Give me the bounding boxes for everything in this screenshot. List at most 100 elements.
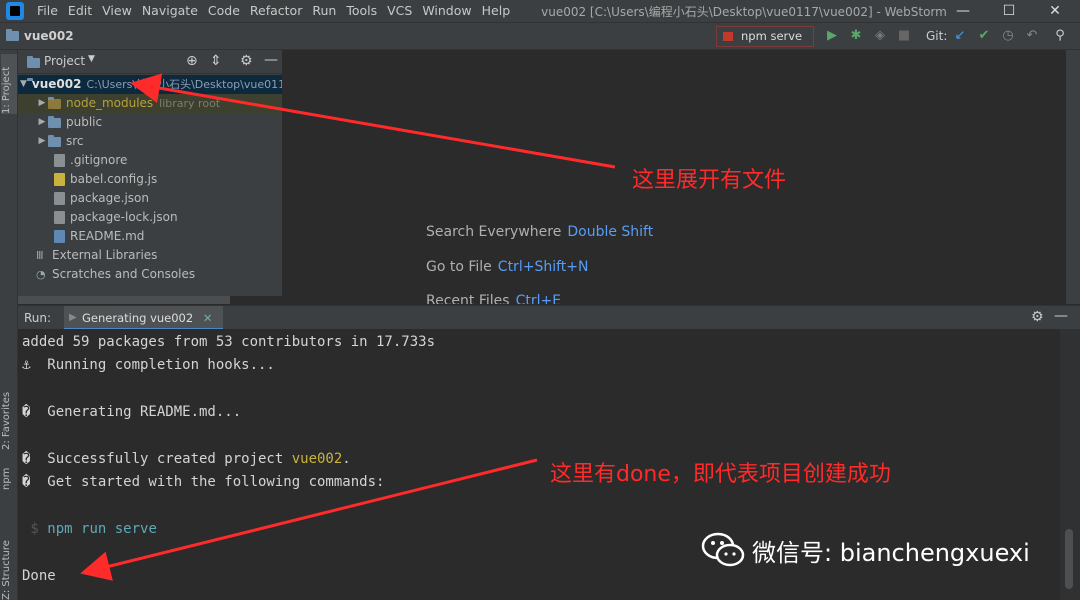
run-icon[interactable]: ▶ — [824, 28, 840, 44]
hint-recent-files: Recent Files Ctrl+E — [426, 293, 561, 304]
horizontal-scrollbar[interactable] — [18, 296, 230, 304]
tree-item-gitignore[interactable]: .gitignore — [18, 151, 127, 170]
tree-item-external-libraries[interactable]: Ⅲ External Libraries — [18, 246, 157, 265]
dropdown-icon[interactable]: ▼ — [88, 54, 95, 64]
project-view-title[interactable]: Project — [44, 54, 85, 68]
hide-panel-icon[interactable]: — — [264, 52, 278, 68]
structure-tool-tab[interactable]: Z: Structure — [1, 520, 17, 600]
close-tab-icon[interactable]: ✕ — [203, 311, 213, 325]
tree-item-node-modules[interactable]: ▶ node_modules library root — [18, 94, 282, 113]
run-tab[interactable]: ▶ Generating vue002 ✕ — [64, 306, 223, 330]
hint-shortcut: Ctrl+Shift+N — [497, 259, 589, 275]
console-scrollbar[interactable] — [1060, 329, 1080, 600]
project-tool-tab[interactable]: 1: Project — [1, 54, 17, 114]
breadcrumb-project[interactable]: vue002 — [24, 29, 74, 43]
tree-item-babel-config[interactable]: babel.config.js — [18, 170, 157, 189]
hint-shortcut: Double Shift — [567, 224, 654, 240]
close-window-button[interactable]: ✕ — [1032, 0, 1078, 22]
collapsed-arrow-icon[interactable]: ▶ — [36, 113, 48, 132]
git-history-icon[interactable]: ◷ — [1000, 28, 1016, 44]
json-file-icon — [54, 192, 65, 205]
collapsed-arrow-icon[interactable]: ▶ — [36, 94, 48, 113]
menu-code[interactable]: Code — [203, 0, 245, 22]
scratches-icon: ◔ — [36, 268, 46, 281]
console-command-line: $ npm run serve — [22, 521, 157, 537]
tree-item-label: public — [66, 115, 103, 129]
locate-icon[interactable]: ⊕ — [186, 53, 198, 69]
tree-item-readme[interactable]: README.md — [18, 227, 144, 246]
stop-icon[interactable]: ■ — [896, 28, 912, 44]
navigation-bar: vue002 npm serve ▶ ✱ ◈ ■ Git: ↙ ✔ ◷ ↶ ⚲ — [0, 22, 1080, 50]
git-update-icon[interactable]: ↙ — [952, 28, 968, 44]
gear-icon[interactable]: ⚙ — [1031, 309, 1044, 325]
menu-help[interactable]: Help — [477, 0, 516, 22]
hint-go-to-file: Go to File Ctrl+Shift+N — [426, 259, 588, 275]
tree-item-label: Scratches and Consoles — [52, 267, 196, 281]
shell-prompt: $ — [22, 521, 48, 537]
search-icon[interactable]: ⚲ — [1052, 28, 1068, 44]
collapsed-arrow-icon[interactable]: ▶ — [36, 132, 48, 151]
hint-label: Recent Files — [426, 293, 510, 304]
annotation-done: 这里有done，即代表项目创建成功 — [550, 462, 891, 487]
tree-item-label: babel.config.js — [70, 172, 158, 186]
gear-icon[interactable]: ⚙ — [240, 53, 253, 69]
tree-item-package-json[interactable]: package.json — [18, 189, 149, 208]
menu-file[interactable]: File — [32, 0, 63, 22]
git-label: Git: — [926, 29, 948, 43]
tree-item-label: .gitignore — [70, 153, 128, 167]
folder-icon — [48, 134, 61, 147]
hint-shortcut: Ctrl+E — [515, 293, 562, 304]
console-done-line: Done — [22, 568, 56, 584]
file-icon — [54, 154, 65, 167]
collapse-all-icon[interactable]: ⇕ — [210, 53, 222, 69]
npm-tool-tab[interactable]: npm — [1, 460, 17, 490]
console-text: � Successfully created project — [22, 451, 292, 467]
project-panel-header: Project ▼ ⊕ ⇕ ⚙ — — [18, 50, 282, 74]
library-icon: Ⅲ — [36, 249, 44, 262]
tree-item-package-lock[interactable]: package-lock.json — [18, 208, 178, 227]
expanded-arrow-icon[interactable]: ▼ — [20, 75, 27, 94]
tree-item-public[interactable]: ▶ public — [18, 113, 103, 132]
breadcrumb[interactable]: vue002 — [6, 29, 74, 43]
console-line: � Generating README.md... — [22, 404, 242, 420]
menu-view[interactable]: View — [97, 0, 137, 22]
git-commit-icon[interactable]: ✔ — [976, 28, 992, 44]
debug-icon[interactable]: ✱ — [848, 28, 864, 44]
console-line: � Successfully created project vue002. — [22, 451, 351, 467]
menu-tools[interactable]: Tools — [341, 0, 382, 22]
run-tab-label: Generating vue002 — [82, 311, 194, 325]
tree-item-src[interactable]: ▶ src — [18, 132, 84, 151]
run-label: Run: — [24, 311, 52, 325]
tree-item-label: package-lock.json — [70, 210, 178, 224]
markdown-file-icon — [54, 230, 65, 243]
git-revert-icon[interactable]: ↶ — [1024, 28, 1040, 44]
folder-icon — [48, 96, 61, 109]
menu-vcs[interactable]: VCS — [382, 0, 417, 22]
minimize-button[interactable]: — — [940, 0, 986, 22]
root-name: vue002 — [31, 77, 82, 91]
run-config-select[interactable]: npm serve — [716, 26, 814, 47]
json-file-icon — [54, 211, 65, 224]
right-tool-strip — [1066, 50, 1080, 304]
root-path: C:\Users\编程小石头\Desktop\vue0117\vue002 — [86, 78, 282, 91]
menu-refactor[interactable]: Refactor — [245, 0, 307, 22]
maximize-button[interactable]: ☐ — [986, 0, 1032, 22]
menu-edit[interactable]: Edit — [63, 0, 97, 22]
tree-root[interactable]: ▼ vue002 C:\Users\编程小石头\Desktop\vue0117\… — [18, 75, 282, 94]
favorites-tool-tab[interactable]: 2: Favorites — [1, 380, 17, 450]
hide-panel-icon[interactable]: — — [1054, 308, 1068, 324]
console-line: ⚓ Running completion hooks... — [22, 357, 275, 373]
command-text: npm run serve — [47, 521, 157, 537]
coverage-icon[interactable]: ◈ — [872, 28, 888, 44]
menu-run[interactable]: Run — [307, 0, 341, 22]
menu-navigate[interactable]: Navigate — [137, 0, 203, 22]
watermark-text: 微信号: bianchengxuexi — [752, 538, 1030, 567]
hint-search-everywhere: Search Everywhere Double Shift — [426, 224, 653, 240]
menu-window[interactable]: Window — [417, 0, 476, 22]
menu-bar: File Edit View Navigate Code Refactor Ru… — [0, 0, 1080, 22]
tree-item-scratches[interactable]: ◔ Scratches and Consoles — [18, 265, 195, 284]
js-file-icon — [54, 173, 65, 186]
project-tree: ▼ vue002 C:\Users\编程小石头\Desktop\vue0117\… — [18, 74, 282, 296]
project-name-highlight: vue002 — [291, 451, 343, 467]
folder-icon — [6, 29, 19, 41]
